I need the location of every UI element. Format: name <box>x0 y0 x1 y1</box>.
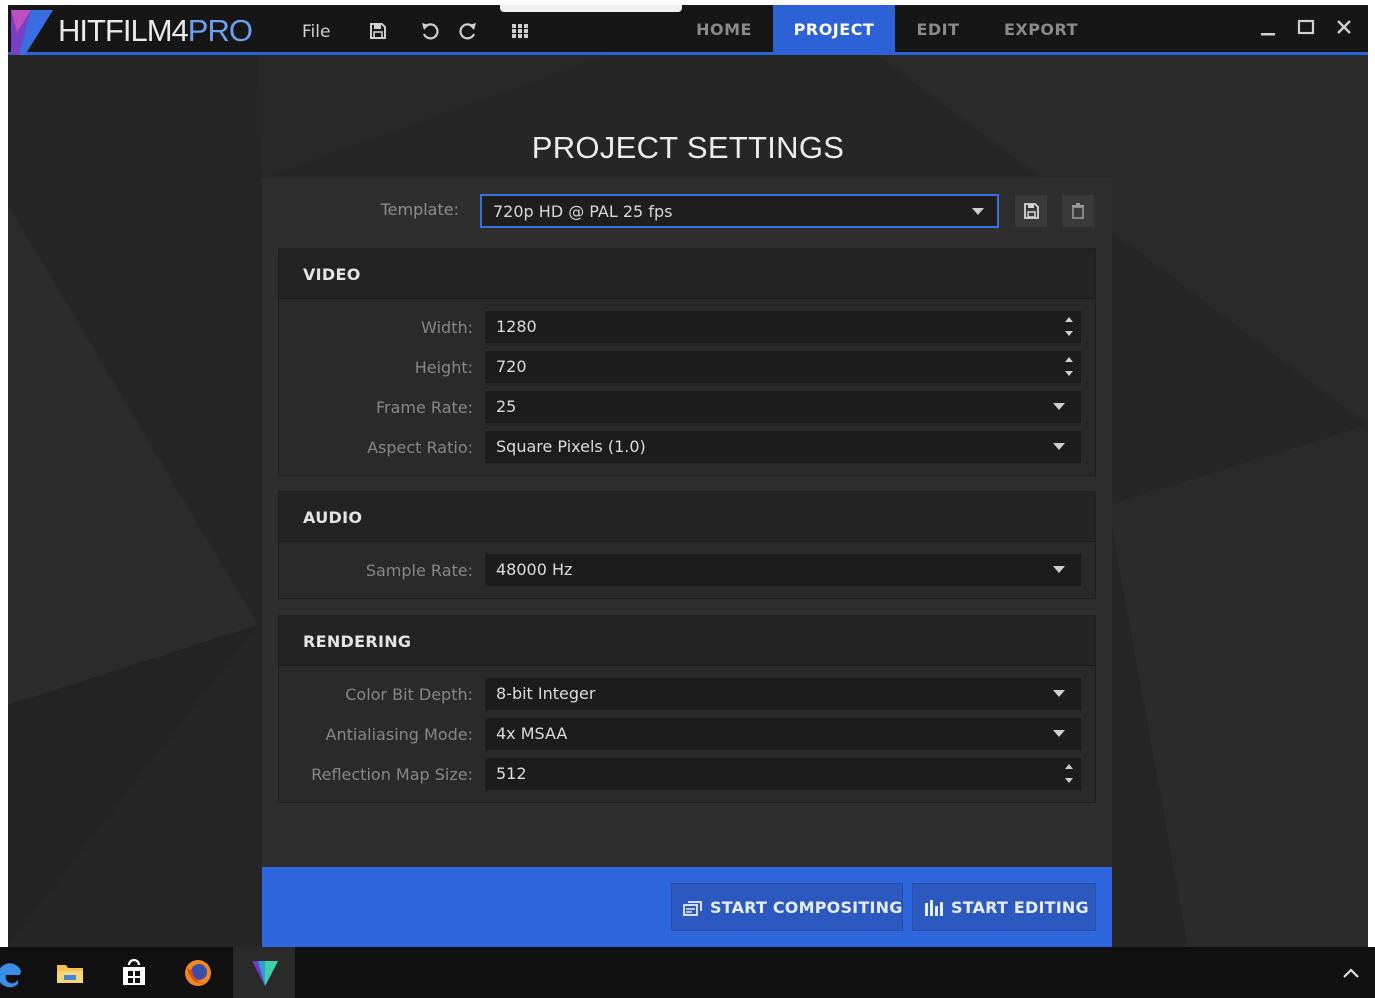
template-label: Template: <box>380 200 459 219</box>
delete-template-button[interactable] <box>1062 195 1094 227</box>
tab-export[interactable]: EXPORT <box>984 5 1098 52</box>
sample-rate-row: Sample Rate: 48000 Hz <box>279 554 1097 588</box>
sample-rate-value: 48000 Hz <box>496 560 573 579</box>
app-brand: HITFILM4PRO <box>58 13 253 49</box>
height-row: Height: 720 <box>279 351 1097 385</box>
chevron-down-icon <box>1053 403 1065 410</box>
file-explorer-icon[interactable] <box>38 947 100 998</box>
spinner-arrows-icon[interactable] <box>1063 314 1075 340</box>
audio-section-header <box>279 492 1095 542</box>
action-bar: START COMPOSITING START EDITING <box>262 867 1112 947</box>
firefox-icon[interactable] <box>166 947 228 998</box>
rendering-section-title: RENDERING <box>303 632 412 651</box>
project-settings-panel: Template: 720p HD @ PAL 25 fps VIDEO Wid… <box>262 178 1112 947</box>
template-dropdown[interactable]: 720p HD @ PAL 25 fps <box>480 194 999 228</box>
composite-icon <box>683 901 702 916</box>
store-icon[interactable] <box>102 947 164 998</box>
brand-pro: PRO <box>187 13 253 48</box>
spinner-arrows-icon[interactable] <box>1063 354 1075 380</box>
color-bit-depth-row: Color Bit Depth: 8-bit Integer <box>279 678 1097 712</box>
page-title: PROJECT SETTINGS <box>531 130 845 165</box>
desktop-screen: HITFILM4PRO File HOME PROJECT EDIT EXPOR… <box>0 0 1375 998</box>
antialiasing-mode-row: Antialiasing Mode: 4x MSAA <box>279 718 1097 752</box>
width-label: Width: <box>421 318 473 337</box>
tab-edit[interactable]: EDIT <box>897 5 979 52</box>
edit-timeline-icon <box>925 900 943 916</box>
height-label: Height: <box>414 358 473 377</box>
window-drag-handle[interactable] <box>500 5 682 12</box>
grid-icon[interactable] <box>508 19 532 43</box>
aspect-ratio-value: Square Pixels (1.0) <box>496 437 646 456</box>
chevron-up-icon[interactable] <box>1338 961 1364 987</box>
start-editing-button[interactable]: START EDITING <box>912 883 1096 931</box>
antialiasing-mode-dropdown[interactable]: 4x MSAA <box>485 718 1081 750</box>
hitfilm-icon[interactable] <box>233 947 295 998</box>
tab-home[interactable]: HOME <box>678 5 770 52</box>
hitfilm-logo-icon <box>11 10 53 55</box>
brand-main: HITFILM4 <box>58 13 189 48</box>
width-row: Width: 1280 <box>279 311 1097 345</box>
reflection-map-size-value: 512 <box>496 764 527 783</box>
audio-section-title: AUDIO <box>303 508 363 527</box>
color-bit-depth-label: Color Bit Depth: <box>345 685 473 704</box>
chevron-down-icon <box>972 208 984 215</box>
audio-section: AUDIO Sample Rate: 48000 Hz <box>278 491 1096 599</box>
height-spinner[interactable]: 720 <box>485 351 1081 383</box>
redo-icon[interactable] <box>456 19 480 43</box>
sample-rate-dropdown[interactable]: 48000 Hz <box>485 554 1081 586</box>
height-value: 720 <box>496 357 527 376</box>
aspect-ratio-row: Aspect Ratio: Square Pixels (1.0) <box>279 431 1097 465</box>
aspect-ratio-label: Aspect Ratio: <box>367 438 473 457</box>
maximize-icon[interactable] <box>1292 15 1320 41</box>
color-bit-depth-value: 8-bit Integer <box>496 684 596 703</box>
start-editing-label: START EDITING <box>951 898 1089 917</box>
reflection-map-size-row: Reflection Map Size: 512 <box>279 758 1097 792</box>
frame-rate-dropdown[interactable]: 25 <box>485 391 1081 423</box>
video-section-title: VIDEO <box>303 265 361 284</box>
rendering-section: RENDERING Color Bit Depth: 8-bit Integer… <box>278 615 1096 803</box>
tab-project[interactable]: PROJECT <box>773 5 895 52</box>
taskbar <box>0 947 1375 998</box>
save-template-button[interactable] <box>1015 195 1047 227</box>
color-bit-depth-dropdown[interactable]: 8-bit Integer <box>485 678 1081 710</box>
spinner-arrows-icon[interactable] <box>1063 761 1075 787</box>
save-icon <box>1024 203 1039 219</box>
reflection-map-size-label: Reflection Map Size: <box>311 765 473 784</box>
chevron-down-icon <box>1053 443 1065 450</box>
reflection-map-size-spinner[interactable]: 512 <box>485 758 1081 790</box>
frame-rate-label: Frame Rate: <box>375 398 473 417</box>
width-spinner[interactable]: 1280 <box>485 311 1081 343</box>
edge-icon[interactable] <box>0 947 40 998</box>
chevron-down-icon <box>1053 566 1065 573</box>
hitfilm-window: HITFILM4PRO File HOME PROJECT EDIT EXPOR… <box>8 5 1368 947</box>
start-compositing-label: START COMPOSITING <box>710 898 903 917</box>
trash-icon <box>1072 203 1084 219</box>
video-section: VIDEO Width: 1280 Height: 720 Frame Rate… <box>278 248 1096 476</box>
chevron-down-icon <box>1053 690 1065 697</box>
minimize-icon[interactable] <box>1254 15 1282 41</box>
frame-rate-row: Frame Rate: 25 <box>279 391 1097 425</box>
start-compositing-button[interactable]: START COMPOSITING <box>671 883 903 931</box>
antialiasing-mode-value: 4x MSAA <box>496 724 568 743</box>
chevron-down-icon <box>1053 730 1065 737</box>
antialiasing-mode-label: Antialiasing Mode: <box>325 725 473 744</box>
template-value: 720p HD @ PAL 25 fps <box>493 202 673 221</box>
close-icon[interactable] <box>1330 15 1358 41</box>
video-section-header <box>279 249 1095 299</box>
save-icon[interactable] <box>366 19 390 43</box>
title-bar: HITFILM4PRO File HOME PROJECT EDIT EXPOR… <box>8 5 1368 55</box>
file-menu[interactable]: File <box>302 22 330 42</box>
aspect-ratio-dropdown[interactable]: Square Pixels (1.0) <box>485 431 1081 463</box>
undo-icon[interactable] <box>418 19 442 43</box>
frame-rate-value: 25 <box>496 397 517 416</box>
sample-rate-label: Sample Rate: <box>365 561 473 580</box>
width-value: 1280 <box>496 317 537 336</box>
